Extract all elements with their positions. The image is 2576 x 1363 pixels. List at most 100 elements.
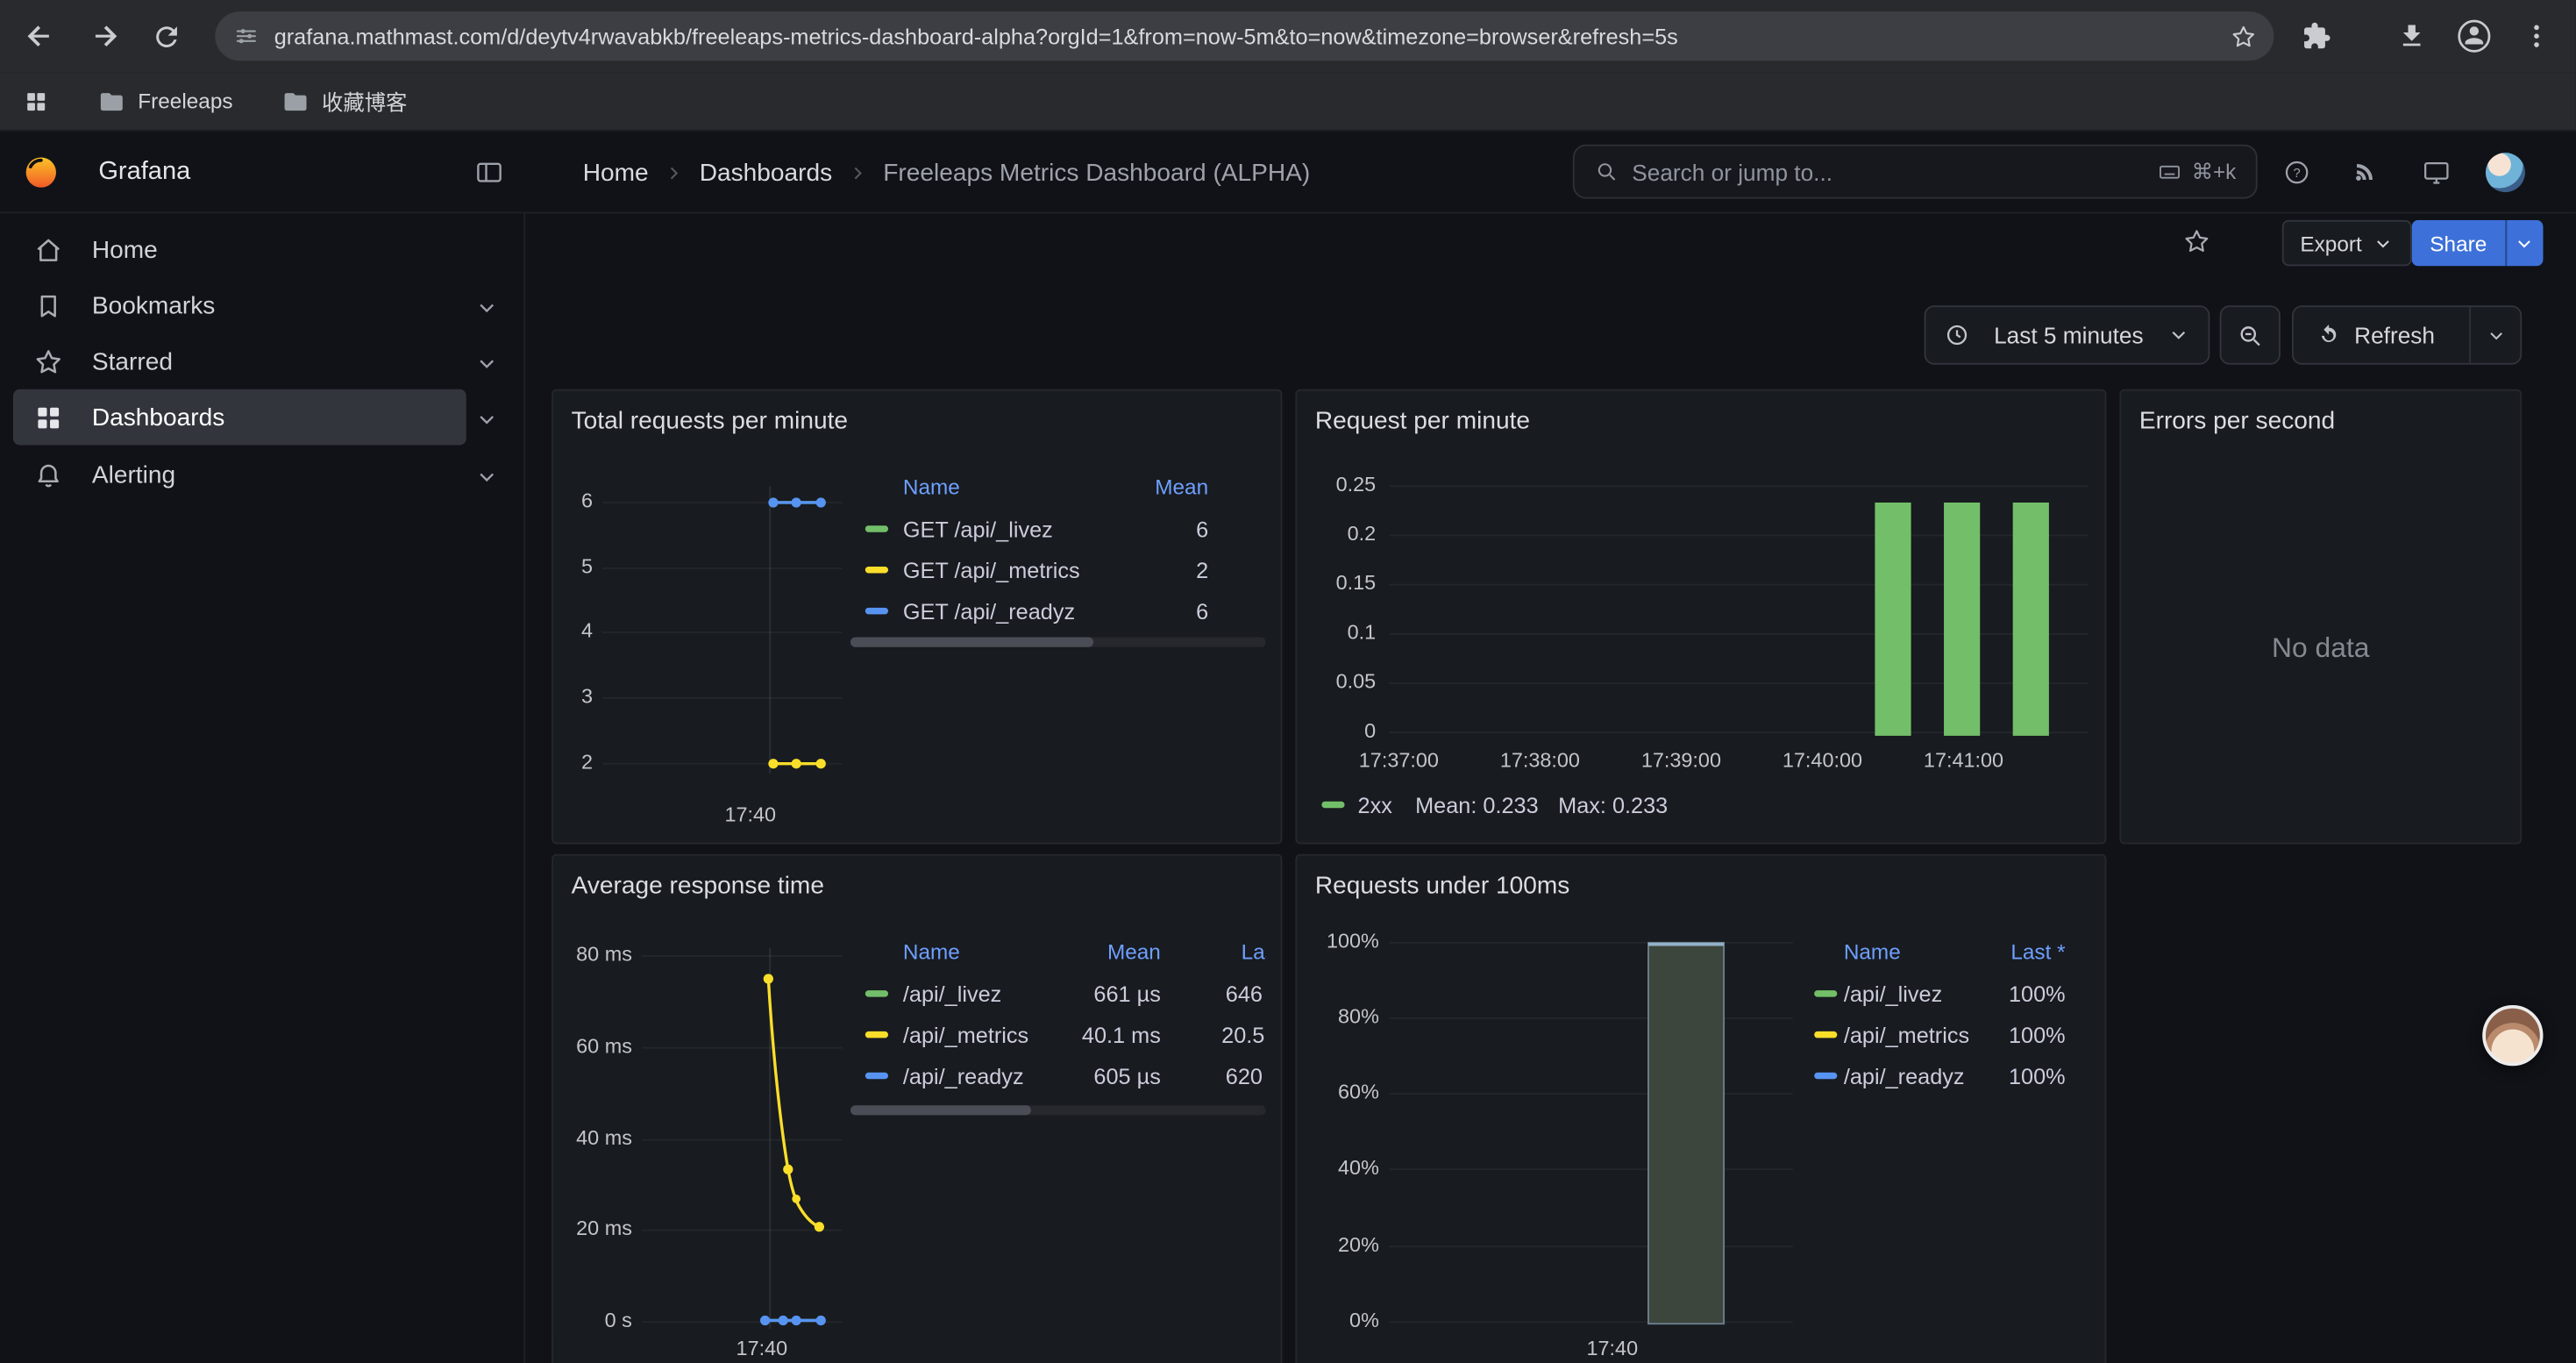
downloads-icon[interactable] — [2388, 13, 2434, 59]
series-color-dash[interactable] — [1814, 1031, 1837, 1038]
sidebar-item-dashboards[interactable]: Dashboards — [13, 389, 466, 446]
y-tick: 5 — [553, 555, 593, 578]
legend-series-name[interactable]: /api/_livez — [903, 974, 1001, 1015]
legend-series-name[interactable]: 2xx — [1358, 792, 1392, 817]
browser-profile-avatar[interactable] — [2451, 13, 2497, 59]
x-tick: 17:38:00 — [1487, 749, 1592, 772]
share-label[interactable]: Share — [2412, 220, 2505, 266]
reload-icon[interactable] — [143, 13, 189, 59]
grafana-logo[interactable] — [23, 154, 59, 190]
url-bar[interactable]: grafana.mathmast.com/d/deytv4rwavabkb/fr… — [215, 11, 2274, 61]
legend-row: GET /api/_readyz 6 — [850, 591, 1266, 632]
series-color-dash[interactable] — [1814, 990, 1837, 996]
panel-avg-response-time: Average response time 80 ms 60 ms 40 ms … — [551, 854, 1282, 1363]
legend-mean-stat: Mean: 0.233 — [1415, 792, 1539, 817]
legend-series-name[interactable]: /api/_readyz — [903, 1056, 1024, 1097]
bookmark-folder-blogs[interactable]: 收藏博客 — [282, 72, 407, 130]
legend-header-mean[interactable]: Mean — [1155, 467, 1208, 510]
chevron-down-icon — [2167, 324, 2190, 346]
sidebar-item-home[interactable]: Home — [13, 222, 466, 278]
apps-grid-icon[interactable] — [13, 79, 59, 125]
series-color-dash[interactable] — [865, 1031, 888, 1038]
panel-title[interactable]: Average response time — [572, 872, 824, 900]
bookmark-star-icon[interactable] — [2230, 22, 2258, 50]
back-icon[interactable] — [17, 13, 62, 59]
series-color-dash[interactable] — [865, 567, 888, 573]
legend-row: /api/_livez 661 µs 646 — [850, 974, 1266, 1015]
chevron-down-icon[interactable] — [473, 463, 499, 489]
legend-series-name[interactable]: /api/_metrics — [1844, 1015, 1969, 1056]
legend-header-name[interactable]: Name — [903, 467, 960, 510]
legend-header-name[interactable]: Name — [903, 931, 960, 974]
legend-series-name[interactable]: /api/_readyz — [1844, 1056, 1965, 1097]
y-tick: 80 ms — [553, 943, 632, 966]
legend-series-name[interactable]: GET /api/_livez — [903, 509, 1053, 550]
panel-title[interactable]: Total requests per minute — [572, 407, 848, 435]
chevron-right-icon — [847, 161, 868, 182]
sidebar-item-bookmarks[interactable]: Bookmarks — [13, 277, 466, 333]
news-rss-icon[interactable] — [2351, 158, 2379, 186]
breadcrumb-dashboards[interactable]: Dashboards — [700, 159, 832, 187]
y-tick: 60 ms — [553, 1035, 632, 1058]
x-tick: 17:40 — [701, 803, 800, 826]
time-range-picker[interactable]: Last 5 minutes — [1925, 305, 2210, 364]
legend-header-name[interactable]: Name — [1844, 931, 1901, 974]
panel-title[interactable]: Request per minute — [1315, 407, 1530, 435]
legend-series-name[interactable]: /api/_livez — [1844, 974, 1942, 1015]
series-color-dash[interactable] — [865, 525, 888, 532]
favorite-star-icon[interactable] — [2182, 226, 2212, 256]
export-button[interactable]: Export — [2282, 220, 2411, 266]
legend-series-name[interactable]: /api/_metrics — [903, 1015, 1028, 1056]
url-text[interactable]: grafana.mathmast.com/d/deytv4rwavabkb/fr… — [274, 24, 2213, 48]
search-input[interactable]: Search or jump to... ⌘+k — [1573, 145, 2258, 199]
panel-request-per-minute: Request per minute 0.25 0.2 0.15 0.1 0.0… — [1295, 389, 2106, 845]
legend-series-last: 100% — [2009, 1056, 2066, 1097]
panel-title[interactable]: Errors per second — [2139, 407, 2335, 435]
legend-header-last[interactable]: Last — [1242, 931, 1266, 974]
legend-scrollbar-thumb[interactable] — [850, 1105, 1031, 1115]
site-settings-icon[interactable] — [233, 23, 260, 49]
grafana-user-avatar[interactable] — [2486, 153, 2525, 192]
legend-series-name[interactable]: GET /api/_readyz — [903, 591, 1075, 632]
series-color-dash[interactable] — [1321, 802, 1344, 808]
legend-header-mean[interactable]: Mean — [1107, 931, 1161, 974]
sidebar-item-alerting[interactable]: Alerting — [13, 446, 466, 503]
chevron-down-icon[interactable] — [473, 350, 499, 376]
chevron-down-icon[interactable] — [473, 406, 499, 432]
browser-menu-icon[interactable] — [2514, 13, 2559, 59]
share-button[interactable]: Share — [2412, 220, 2543, 266]
series-color-dash[interactable] — [865, 990, 888, 996]
x-tick: 17:40 — [1563, 1337, 1662, 1359]
star-icon — [32, 346, 64, 377]
legend-header-last[interactable]: Last * — [2010, 931, 2065, 974]
y-tick: 0 s — [553, 1309, 632, 1331]
y-tick: 0.1 — [1297, 621, 1376, 644]
y-tick: 100% — [1297, 930, 1379, 953]
series-color-dash[interactable] — [865, 608, 888, 614]
sidebar-item-starred[interactable]: Starred — [13, 333, 466, 389]
floating-assistant-avatar[interactable] — [2482, 1005, 2543, 1066]
legend-scrollbar[interactable] — [850, 638, 1266, 647]
share-menu-caret[interactable] — [2505, 220, 2543, 266]
panel-title[interactable]: Requests under 100ms — [1315, 872, 1569, 900]
legend-series-name[interactable]: GET /api/_metrics — [903, 550, 1080, 591]
extensions-icon[interactable] — [2294, 13, 2339, 59]
y-tick: 0.05 — [1297, 670, 1376, 693]
sidebar-toggle-icon[interactable] — [474, 158, 504, 188]
kiosk-monitor-icon[interactable] — [2422, 158, 2451, 188]
refresh-button[interactable]: Refresh — [2294, 322, 2469, 348]
series-color-dash[interactable] — [1814, 1073, 1837, 1079]
legend-scrollbar-thumb[interactable] — [850, 638, 1093, 647]
legend-series-mean: 661 µs — [1093, 974, 1160, 1015]
refresh-interval-caret[interactable] — [2469, 307, 2520, 363]
breadcrumb-home[interactable]: Home — [583, 159, 649, 187]
panel-errors-per-second: Errors per second No data — [2119, 389, 2522, 845]
zoom-out-button[interactable] — [2220, 305, 2281, 364]
series-color-dash[interactable] — [865, 1073, 888, 1079]
legend-scrollbar[interactable] — [850, 1105, 1266, 1115]
chevron-down-icon[interactable] — [473, 294, 499, 320]
help-icon[interactable]: ? — [2282, 158, 2312, 188]
forward-icon[interactable] — [82, 13, 128, 59]
bookmark-folder-freeleaps[interactable]: Freeleaps — [98, 72, 232, 130]
search-icon — [1594, 160, 1619, 184]
